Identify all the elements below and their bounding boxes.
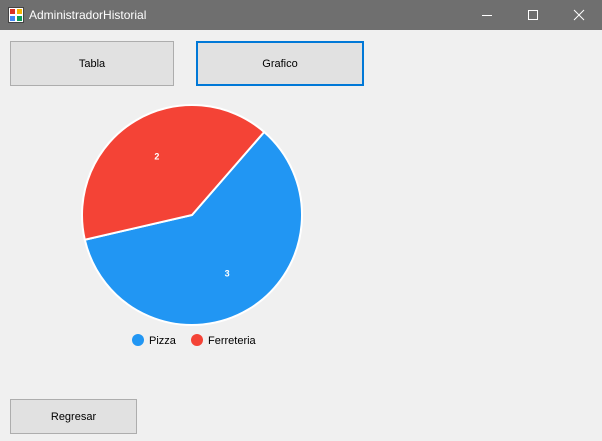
legend-label-pizza: Pizza — [149, 335, 177, 347]
legend-label-ferreteria: Ferreteria — [208, 335, 257, 347]
pie-chart: 3 2 Pizza Ferreteria — [81, 104, 303, 347]
regresar-button[interactable]: Regresar — [10, 399, 137, 434]
data-label-pizza: 3 — [225, 268, 230, 278]
legend-marker-ferreteria — [191, 334, 203, 346]
data-label-ferreteria: 2 — [154, 152, 159, 162]
legend-marker-pizza — [132, 334, 144, 346]
